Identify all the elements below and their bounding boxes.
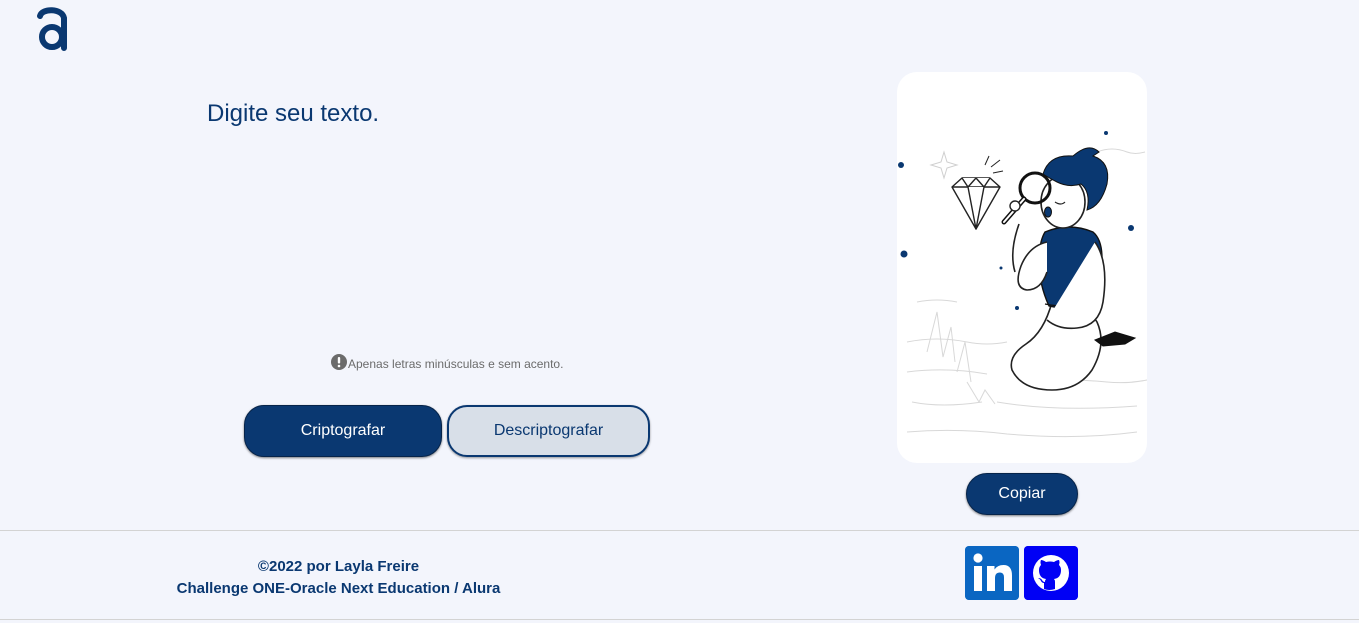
footer-credit-line: ©2022 por Layla Freire <box>257 558 420 575</box>
footer-challenge-line: Challenge ONE-Oracle Next Education / Al… <box>176 580 501 597</box>
input-hint: Apenas letras minúsculas e sem acento. <box>331 353 563 371</box>
encrypt-button[interactable]: Criptografar <box>244 405 442 457</box>
person-with-magnifying-glass-and-diamond-illustration <box>898 131 1147 438</box>
footer-credits: ©2022 por Layla Freire Challenge ONE-Ora… <box>150 556 527 600</box>
bottom-border <box>0 619 1359 620</box>
text-input[interactable] <box>207 100 767 330</box>
hint-text: Apenas letras minúsculas e sem acento. <box>348 357 564 371</box>
linkedin-icon[interactable] <box>965 546 1019 600</box>
copy-button[interactable]: Copiar <box>966 473 1078 515</box>
github-icon[interactable] <box>1024 546 1078 600</box>
output-panel <box>897 72 1147 463</box>
exclamation-circle-icon <box>331 354 347 370</box>
alura-logo-icon[interactable] <box>34 4 70 52</box>
footer-divider <box>0 530 1359 531</box>
decrypt-button[interactable]: Descriptografar <box>447 405 650 457</box>
